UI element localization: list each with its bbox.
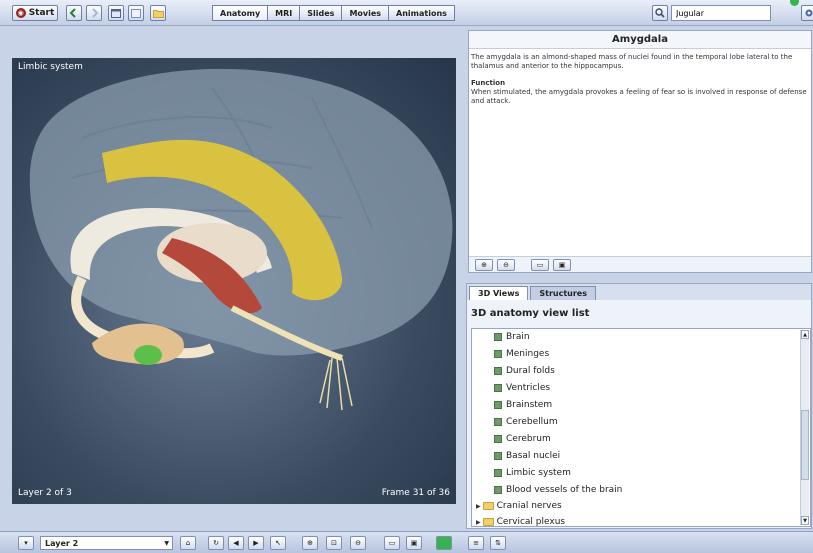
list-item[interactable]: Ventricles [494,383,550,393]
amygdala-shape [134,345,162,365]
layout-icon[interactable]: ≡ [468,536,484,550]
lower-tabs: 3D Views Structures [467,284,811,300]
viewport-top-strip [12,27,456,58]
view-icon [494,486,502,494]
chevron-down-icon: ▼ [164,539,169,547]
zoom-in-icon[interactable]: ⊕ [475,258,493,271]
forward-arrow-icon[interactable] [86,5,102,21]
anatomy-viewport[interactable]: Limbic system Layer 2 of 3 Frame 31 of 3… [12,58,456,504]
list-item[interactable]: Limbic system [494,468,571,478]
view-icon [494,350,502,358]
step-back-icon[interactable]: ◀ [228,536,244,550]
list-item[interactable]: Meninges [494,349,549,359]
view-list-heading: 3D anatomy view list [471,308,590,319]
tab-structures[interactable]: Structures [530,286,596,300]
zoom-out-icon[interactable]: ⊖ [497,258,515,271]
tab-anatomy[interactable]: Anatomy [212,5,269,21]
layer-select-value: Layer 2 [45,538,79,548]
save-icon[interactable]: ▣ [406,536,422,550]
scroll-down-icon[interactable]: ▼ [801,516,809,525]
list-item[interactable]: Cerebellum [494,417,558,427]
tree-scrollbar[interactable]: ▲ ▼ [800,330,809,525]
search-input[interactable] [671,5,771,21]
top-toolbar: ◉ Start Anatomy MRI Slides Movies Animat… [0,0,813,26]
function-text: When stimulated, the amygdala provokes a… [471,88,807,105]
view-icon [494,435,502,443]
scroll-thumb[interactable] [801,410,809,480]
search-area: ? [652,5,813,21]
panel-splitter[interactable] [458,27,466,527]
expand-arrow-icon[interactable]: ▶ [476,519,481,526]
view-icon [494,401,502,409]
zoom-fit-icon[interactable]: ⊡ [326,536,342,550]
step-forward-icon[interactable]: ▶ [248,536,264,550]
rotate-icon[interactable]: ↻ [208,536,224,550]
list-item[interactable]: Blood vessels of the brain [494,485,622,495]
tab-animations[interactable]: Animations [388,5,455,21]
info-body: The amygdala is an almond-shaped mass of… [469,49,811,118]
view-icon [494,469,502,477]
start-button[interactable]: ◉ Start [12,5,58,21]
tree-folder[interactable]: ▶ Cervical plexus [476,517,565,526]
brain-model [29,68,453,411]
tab-slides[interactable]: Slides [299,5,343,21]
view-icon [494,452,502,460]
pointer-icon[interactable]: ↖ [270,536,286,550]
zoom-in-icon[interactable]: ⊕ [302,536,318,550]
mode-tabs: Anatomy MRI Slides Movies Animations [212,5,455,21]
list-item[interactable]: Brainstem [494,400,552,410]
settings-icon[interactable] [801,5,813,21]
zoom-out-icon[interactable]: ⊖ [350,536,366,550]
start-label: Start [28,8,55,18]
save-icon[interactable]: ▣ [553,258,571,271]
color-swatch-icon[interactable] [436,536,452,550]
list-item[interactable]: Brain [494,332,530,342]
scroll-up-icon[interactable]: ▲ [801,330,809,339]
layers-icon[interactable]: ▾ [18,536,34,550]
tab-3d-views[interactable]: 3D Views [469,286,529,300]
window-alt-icon[interactable] [128,5,144,21]
search-icon[interactable] [652,5,668,21]
print-icon[interactable]: ▭ [384,536,400,550]
list-item[interactable]: Dural folds [494,366,555,376]
view-icon [494,367,502,375]
structure-description: The amygdala is an almond-shaped mass of… [471,53,793,70]
info-panel: Amygdala The amygdala is an almond-shape… [468,30,812,273]
view-icon [494,384,502,392]
bottom-toolbar: ▾ Layer 2 ▼ ⌂ ↻ ◀ ▶ ↖ ⊕ ⊡ ⊖ ▭ ▣ ≡ ⇅ [0,531,813,553]
window-icon[interactable] [108,5,124,21]
lower-panel: 3D Views Structures 3D anatomy view list… [466,283,812,529]
tab-mri[interactable]: MRI [267,5,301,21]
print-icon[interactable]: ▭ [531,258,549,271]
view-list-tree: Brain Meninges Dural folds Ventricles Br… [471,328,811,527]
folder-icon[interactable] [150,5,166,21]
view-icon [494,418,502,426]
app-logo-icon: ◉ [15,8,26,18]
list-item[interactable]: Cerebrum [494,434,551,444]
layer-indicator: Layer 2 of 3 [18,488,72,498]
folder-icon [482,502,494,510]
swap-icon[interactable]: ⇅ [490,536,506,550]
structure-title: Amygdala [469,31,811,49]
layer-select[interactable]: Layer 2 ▼ [40,536,173,550]
view-icon [494,333,502,341]
function-heading: Function [471,79,506,87]
folder-icon [482,518,494,526]
tab-movies[interactable]: Movies [341,5,390,21]
info-toolbar: ⊕ ⊖ ▭ ▣ [469,256,811,272]
frame-indicator: Frame 31 of 36 [381,488,450,498]
list-item[interactable]: Basal nuclei [494,451,560,461]
expand-arrow-icon[interactable]: ▶ [476,503,481,510]
home-icon[interactable]: ⌂ [180,536,196,550]
viewport-title: Limbic system [18,62,83,72]
back-arrow-icon[interactable] [66,5,82,21]
tree-folder[interactable]: ▶ Cranial nerves [476,501,562,511]
